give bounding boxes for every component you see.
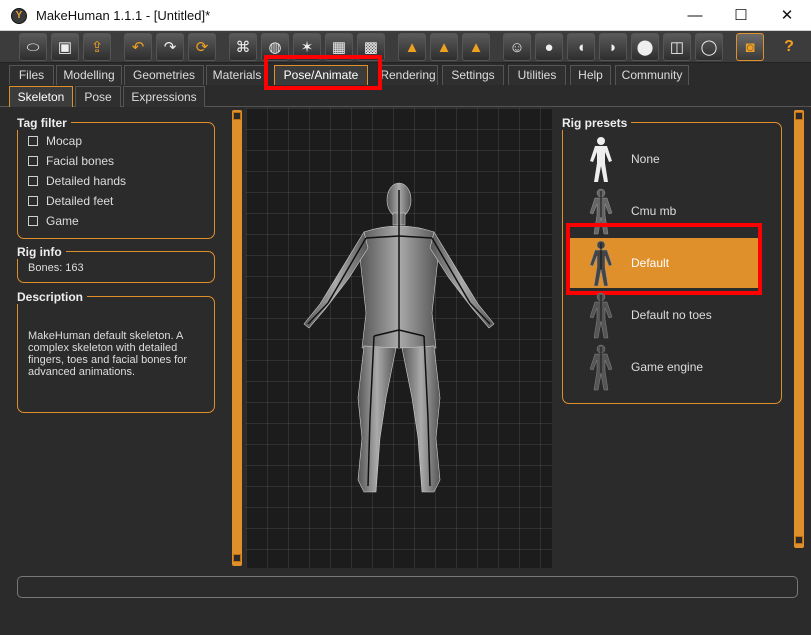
checkbox-label: Detailed hands bbox=[46, 174, 127, 188]
bones-count: Bones: 163 bbox=[28, 262, 84, 274]
3d-viewport[interactable] bbox=[246, 108, 552, 568]
window-title: MakeHuman 1.1.1 - [Untitled]* bbox=[36, 8, 211, 23]
scroll-down-knob[interactable] bbox=[233, 554, 241, 562]
preset-label: Default no toes bbox=[631, 308, 712, 322]
grid-icon[interactable]: ▦ bbox=[325, 33, 353, 61]
description-group: Description MakeHuman default skeleton. … bbox=[17, 290, 215, 413]
skeleton-thumbnail-icon bbox=[576, 238, 626, 288]
wireframe-icon[interactable]: ◍ bbox=[261, 33, 289, 61]
front-view-icon[interactable]: ▲ bbox=[398, 33, 426, 61]
tab-utilities[interactable]: Utilities bbox=[508, 65, 566, 85]
checkbox-mocap[interactable]: Mocap bbox=[28, 133, 82, 149]
preset-label: Default bbox=[631, 256, 670, 270]
help-icon[interactable]: ? bbox=[775, 33, 803, 61]
tab-pose-animate[interactable]: Pose/Animate bbox=[274, 65, 368, 85]
skeleton-thumbnail-icon bbox=[576, 342, 626, 392]
human-skeleton-model bbox=[303, 182, 495, 493]
left-panel-scrollbar[interactable] bbox=[232, 110, 242, 566]
main-tabs: Files Modelling Geometries Materials Pos… bbox=[0, 63, 811, 85]
smooth-icon[interactable]: ⌘ bbox=[229, 33, 257, 61]
right-panel-scrollbar[interactable] bbox=[794, 110, 804, 548]
head-left-icon[interactable]: ◖ bbox=[567, 33, 595, 61]
checkbox-detailed-feet[interactable]: Detailed feet bbox=[28, 193, 113, 209]
preset-label: Cmu mb bbox=[631, 204, 677, 218]
save-icon[interactable]: ▣ bbox=[51, 33, 79, 61]
checkbox-box[interactable] bbox=[28, 176, 38, 186]
maximize-button[interactable]: ☐ bbox=[718, 0, 764, 31]
scroll-up-knob[interactable] bbox=[233, 112, 241, 120]
scroll-down-knob[interactable] bbox=[795, 536, 803, 544]
checkbox-label: Detailed feet bbox=[46, 194, 114, 208]
toolbar: ⬭ ▣ ⇪ ↶ ↷ ⟳ ⌘ ◍ ✶ ▦ ▩ ▲ ▲ ▲ ☺ ● ◖ ◗ ⬤ ◫ … bbox=[0, 31, 811, 63]
tag-filter-title: Tag filter bbox=[17, 116, 71, 130]
preset-label: Game engine bbox=[631, 360, 704, 374]
app-logo-icon: Y bbox=[11, 8, 27, 24]
checkbox-box[interactable] bbox=[28, 216, 38, 226]
checker-icon[interactable]: ▩ bbox=[357, 33, 385, 61]
export-icon[interactable]: ⇪ bbox=[83, 33, 111, 61]
skeleton-thumbnail-icon bbox=[576, 290, 626, 340]
preset-default[interactable]: Default bbox=[568, 238, 758, 288]
sub-tabs: Skeleton Pose Expressions bbox=[0, 85, 811, 107]
symmetry-icon[interactable]: ◫ bbox=[663, 33, 691, 61]
face-side-icon[interactable]: ● bbox=[535, 33, 563, 61]
rig-info-group: Rig info Bones: 163 bbox=[17, 245, 215, 283]
checkbox-box[interactable] bbox=[28, 196, 38, 206]
preset-label: None bbox=[631, 152, 660, 166]
description-text: MakeHuman default skeleton. A complex sk… bbox=[28, 330, 187, 378]
close-button[interactable]: ✕ bbox=[764, 0, 810, 31]
checkbox-facial-bones[interactable]: Facial bones bbox=[28, 153, 114, 169]
tab-files[interactable]: Files bbox=[9, 65, 54, 85]
preset-cmu-mb[interactable]: Cmu mb bbox=[568, 186, 758, 236]
tab-modelling[interactable]: Modelling bbox=[56, 65, 122, 85]
top-view-icon[interactable]: ⬤ bbox=[631, 33, 659, 61]
reset-icon[interactable]: ⟳ bbox=[188, 33, 216, 61]
tab-help[interactable]: Help bbox=[570, 65, 611, 85]
background-icon[interactable]: ◯ bbox=[695, 33, 723, 61]
tab-settings[interactable]: Settings bbox=[442, 65, 504, 85]
load-icon[interactable]: ⬭ bbox=[19, 33, 47, 61]
head-right-icon[interactable]: ◗ bbox=[599, 33, 627, 61]
preset-default-no-toes[interactable]: Default no toes bbox=[568, 290, 758, 340]
side-view-icon[interactable]: ▲ bbox=[430, 33, 458, 61]
rig-info-title: Rig info bbox=[17, 245, 66, 259]
minimize-button[interactable]: — bbox=[672, 0, 718, 31]
back-view-icon[interactable]: ▲ bbox=[462, 33, 490, 61]
rig-presets-title: Rig presets bbox=[562, 116, 632, 130]
preset-none[interactable]: None bbox=[568, 134, 758, 184]
checkbox-detailed-hands[interactable]: Detailed hands bbox=[28, 173, 126, 189]
skeleton-thumbnail-icon bbox=[576, 186, 626, 236]
tab-rendering[interactable]: Rendering bbox=[378, 65, 438, 85]
tab-materials[interactable]: Materials bbox=[206, 65, 268, 85]
undo-icon[interactable]: ↶ bbox=[124, 33, 152, 61]
checkbox-label: Game bbox=[46, 214, 79, 228]
figure-thumbnail-icon bbox=[576, 134, 626, 184]
screenshot-icon[interactable]: ◙ bbox=[736, 33, 764, 61]
description-title: Description bbox=[17, 290, 88, 304]
checkbox-label: Mocap bbox=[46, 134, 83, 148]
pose-icon[interactable]: ✶ bbox=[293, 33, 321, 61]
title-bar: Y MakeHuman 1.1.1 - [Untitled]* — ☐ ✕ bbox=[0, 0, 811, 31]
scroll-up-knob[interactable] bbox=[795, 112, 803, 120]
tab-community[interactable]: Community bbox=[615, 65, 689, 85]
subtab-pose[interactable]: Pose bbox=[75, 86, 121, 107]
tag-filter-group: Tag filter Mocap Facial bones Detailed h… bbox=[17, 116, 215, 239]
redo-icon[interactable]: ↷ bbox=[156, 33, 184, 61]
subtab-expressions[interactable]: Expressions bbox=[123, 86, 205, 107]
checkbox-box[interactable] bbox=[28, 136, 38, 146]
checkbox-game[interactable]: Game bbox=[28, 213, 79, 229]
tab-geometries[interactable]: Geometries bbox=[124, 65, 204, 85]
checkbox-label: Facial bones bbox=[46, 154, 115, 168]
checkbox-box[interactable] bbox=[28, 156, 38, 166]
subtab-skeleton[interactable]: Skeleton bbox=[9, 86, 73, 107]
preset-game-engine[interactable]: Game engine bbox=[568, 342, 758, 392]
status-bar bbox=[17, 576, 798, 598]
face-front-icon[interactable]: ☺ bbox=[503, 33, 531, 61]
